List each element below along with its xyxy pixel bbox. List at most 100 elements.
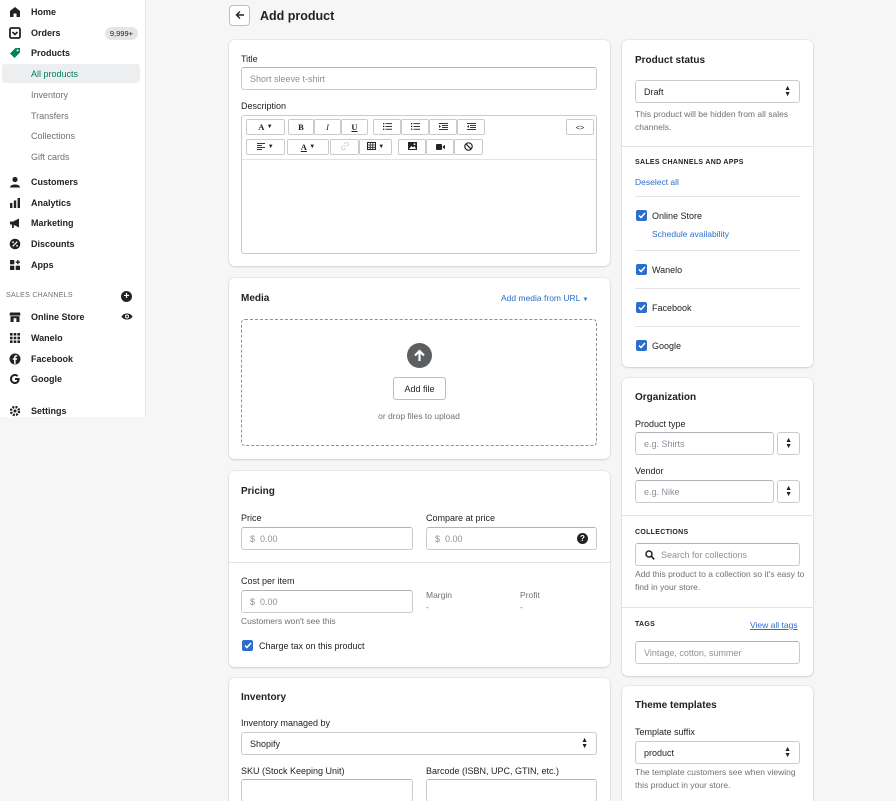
price-input[interactable]: $ 0.00 (241, 527, 413, 550)
italic-button[interactable]: I (314, 119, 341, 135)
back-button[interactable] (229, 5, 250, 26)
code-view-button[interactable]: <> (566, 119, 594, 135)
insert-video-button[interactable] (426, 139, 454, 155)
nav-analytics[interactable]: Analytics (0, 194, 145, 212)
sku-input[interactable] (241, 779, 413, 801)
select-arrows-icon: ▲ ▼ (581, 737, 588, 750)
tags-input[interactable]: Vintage, cotton, summer (635, 641, 800, 664)
vendor-picker[interactable]: ▲ ▼ (777, 480, 800, 503)
nav-products[interactable]: Products (0, 44, 145, 62)
description-editor: A ▼ B I U <> ▼ A ▼ ▼ (241, 115, 597, 254)
nav-wanelo[interactable]: Wanelo (0, 329, 145, 347)
template-suffix-select[interactable]: product ▲ ▼ (635, 741, 800, 764)
nav-orders[interactable]: Orders 9,999+ (0, 24, 145, 42)
nav-gift-cards[interactable]: Gift cards (2, 147, 140, 166)
collections-heading: COLLECTIONS (635, 529, 689, 536)
collections-search-input[interactable]: Search for collections (635, 543, 800, 566)
numbered-list-button[interactable] (401, 119, 429, 135)
select-arrows-icon: ▲ ▼ (785, 485, 792, 498)
template-suffix-value: product (644, 747, 675, 758)
nav-all-products[interactable]: All products (2, 64, 140, 83)
organization-card: Organization Product type e.g. Shirts ▲ ▼… (622, 378, 813, 676)
nav-home[interactable]: Home (0, 3, 145, 21)
compare-price-value: 0.00 (445, 533, 463, 544)
checkmark-icon (243, 641, 252, 651)
title-placeholder: Short sleeve t-shirt (250, 73, 326, 84)
google-checkbox[interactable] (636, 340, 647, 351)
charge-tax-checkbox[interactable] (242, 640, 253, 651)
clear-format-button[interactable] (454, 139, 483, 155)
nav-transfers-label: Transfers (31, 110, 69, 121)
checkmark-icon (637, 211, 646, 221)
media-dropzone[interactable]: Add file or drop files to upload (241, 319, 597, 446)
image-icon (407, 142, 417, 152)
title-input[interactable]: Short sleeve t-shirt (241, 67, 597, 90)
text-color-dropdown[interactable]: A ▼ (287, 139, 329, 155)
nav-collections[interactable]: Collections (2, 126, 140, 145)
nav-facebook[interactable]: Facebook (0, 350, 145, 368)
table-dropdown[interactable]: ▼ (359, 139, 392, 155)
status-value: Draft (644, 86, 664, 97)
nav-google-label: Google (31, 374, 62, 384)
align-dropdown[interactable]: ▼ (246, 139, 285, 155)
nav-wanelo-label: Wanelo (31, 333, 63, 343)
compare-price-input[interactable]: $ 0.00 ? (426, 527, 597, 550)
pricing-title: Pricing (241, 486, 275, 497)
inventory-managed-value: Shopify (250, 738, 281, 749)
bullet-list-button[interactable] (373, 119, 401, 135)
add-media-url-link[interactable]: Add media from URL ▼ (501, 293, 588, 303)
add-channel-icon[interactable]: + (121, 291, 132, 302)
product-status-card: Product status Draft ▲ ▼ This product wil… (622, 40, 813, 367)
nav-collections-label: Collections (31, 130, 76, 141)
nav-google[interactable]: Google (0, 370, 145, 388)
collections-note: Add this product to a collection so it's… (635, 569, 805, 592)
font-style-dropdown[interactable]: A ▼ (246, 119, 285, 135)
product-type-input[interactable]: e.g. Shirts (635, 432, 774, 455)
schedule-availability-link[interactable]: Schedule availability (652, 229, 729, 239)
product-type-label: Product type (635, 419, 686, 429)
currency-symbol: $ (435, 533, 441, 544)
grid-icon (8, 331, 22, 345)
nav-online-store[interactable]: Online Store (0, 308, 145, 326)
link-button[interactable] (330, 139, 359, 155)
nav-marketing[interactable]: Marketing (0, 214, 145, 232)
facebook-checkbox[interactable] (636, 302, 647, 313)
product-type-picker[interactable]: ▲ ▼ (777, 432, 800, 455)
nav-discounts-label: Discounts (31, 239, 75, 249)
margin-value: - (426, 602, 429, 612)
nav-marketing-label: Marketing (31, 218, 74, 228)
pricing-divider (229, 562, 610, 563)
online-store-checkbox[interactable] (636, 210, 647, 221)
underline-button[interactable]: U (341, 119, 368, 135)
nav-customers[interactable]: Customers (0, 173, 145, 191)
inventory-managed-select[interactable]: Shopify ▲ ▼ (241, 732, 597, 755)
nav-inventory[interactable]: Inventory (2, 85, 140, 104)
wanelo-label: Wanelo (652, 265, 683, 275)
view-all-tags-link[interactable]: View all tags (750, 620, 798, 630)
nav-discounts[interactable]: Discounts (0, 235, 145, 253)
page-title: Add product (260, 9, 335, 23)
description-label: Description (241, 101, 287, 111)
bold-button[interactable]: B (288, 119, 314, 135)
help-icon[interactable]: ? (577, 533, 588, 544)
arrow-left-icon (235, 10, 245, 22)
deselect-all-link[interactable]: Deselect all (635, 177, 679, 187)
indent-button[interactable] (457, 119, 485, 135)
cost-input[interactable]: $ 0.00 (241, 590, 413, 613)
barcode-input[interactable] (426, 779, 597, 801)
chevron-down-icon: ▼ (582, 297, 589, 303)
apps-icon (8, 258, 22, 272)
wanelo-checkbox[interactable] (636, 264, 647, 275)
status-select[interactable]: Draft ▲ ▼ (635, 80, 800, 103)
nav-settings[interactable]: Settings (0, 402, 145, 417)
vendor-input[interactable]: e.g. Nike (635, 480, 774, 503)
bar-chart-icon (8, 196, 22, 210)
nav-apps[interactable]: Apps (0, 256, 145, 274)
insert-image-button[interactable] (398, 139, 426, 155)
tags-heading: TAGS (635, 621, 656, 628)
eye-icon[interactable] (121, 311, 133, 324)
add-file-button[interactable]: Add file (393, 377, 446, 400)
discount-icon (8, 237, 22, 251)
outdent-button[interactable] (429, 119, 457, 135)
nav-transfers[interactable]: Transfers (2, 106, 140, 125)
